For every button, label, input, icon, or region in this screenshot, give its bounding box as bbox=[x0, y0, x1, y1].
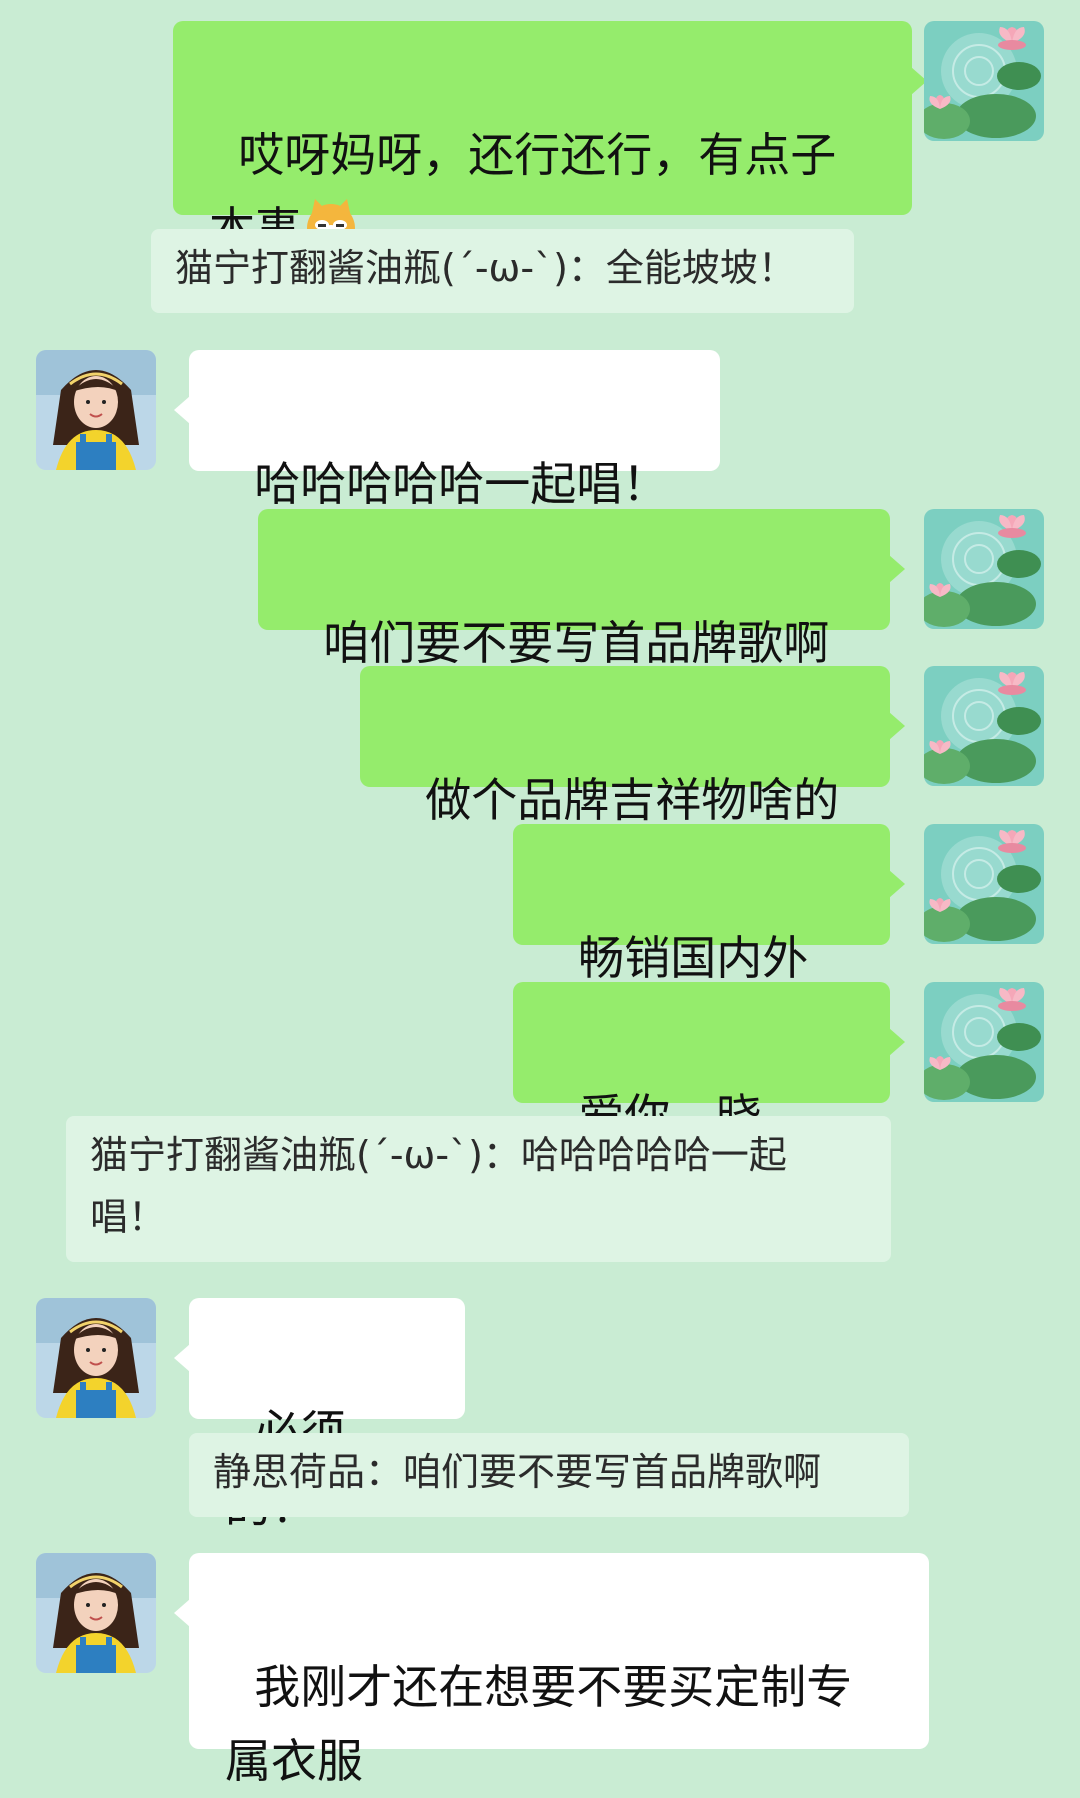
message-bubble-sent[interactable]: 哎呀妈呀，还行还行，有点子本事 bbox=[173, 21, 927, 256]
message-text: 哈哈哈哈哈一起唱！ bbox=[254, 457, 669, 511]
message-bubble-received[interactable]: 哈哈哈哈哈一起唱！ bbox=[174, 350, 720, 511]
message-text: 哎呀妈呀，还行还行，有点子 bbox=[238, 128, 837, 182]
message-bubble-sent[interactable]: 做个品牌吉祥物啥的 bbox=[360, 666, 905, 827]
message-bubble-sent[interactable]: 咱们要不要写首品牌歌啊 bbox=[258, 509, 905, 670]
lotus-avatar-icon bbox=[924, 982, 1044, 1102]
message-text: 咱们要不要写首品牌歌啊 bbox=[323, 616, 830, 670]
message-bubble-received[interactable]: 我刚才还在想要不要买定制专 属衣服 bbox=[174, 1553, 929, 1788]
avatar[interactable] bbox=[924, 982, 1044, 1102]
lotus-avatar-icon bbox=[924, 21, 1044, 141]
lotus-avatar-icon bbox=[924, 509, 1044, 629]
quoted-message[interactable]: 猫宁打翻酱油瓶(´-ω-`)：全能坡坡！ bbox=[151, 229, 854, 313]
message-bubble-sent[interactable]: 畅销国内外啊 bbox=[513, 824, 905, 1059]
quoted-message[interactable]: 静思荷品：咱们要不要写首品牌歌啊 bbox=[189, 1433, 909, 1517]
girl-avatar-icon bbox=[36, 1553, 156, 1673]
avatar[interactable] bbox=[924, 824, 1044, 944]
lotus-avatar-icon bbox=[924, 824, 1044, 944]
message-text: 做个品牌吉祥物啥的 bbox=[425, 773, 840, 827]
quoted-message[interactable]: 猫宁打翻酱油瓶(´-ω-`)：哈哈哈哈哈一起 唱！ bbox=[66, 1116, 891, 1262]
avatar[interactable] bbox=[924, 509, 1044, 629]
avatar[interactable] bbox=[924, 666, 1044, 786]
avatar[interactable] bbox=[36, 1298, 156, 1418]
message-bubble-sent[interactable]: 爱你，晓然！ bbox=[513, 982, 905, 1217]
message-bubble-received[interactable]: 必须的！ bbox=[174, 1298, 465, 1533]
avatar[interactable] bbox=[36, 350, 156, 470]
lotus-avatar-icon bbox=[924, 666, 1044, 786]
avatar[interactable] bbox=[36, 1553, 156, 1673]
avatar[interactable] bbox=[924, 21, 1044, 141]
girl-avatar-icon bbox=[36, 1298, 156, 1418]
girl-avatar-icon bbox=[36, 350, 156, 470]
message-text: 我刚才还在想要不要买定制专 属衣服 bbox=[225, 1660, 853, 1788]
